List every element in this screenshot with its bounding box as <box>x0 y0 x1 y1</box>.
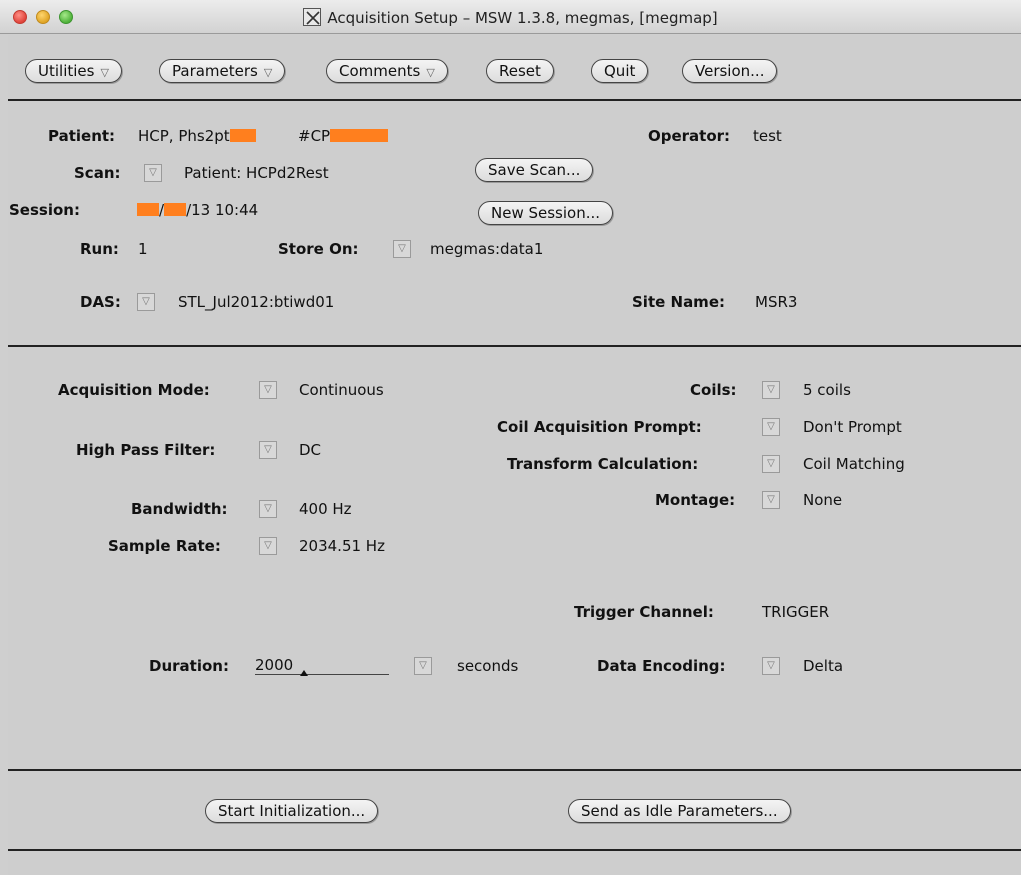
montage-label: Montage: <box>655 491 736 509</box>
save-scan-button[interactable]: Save Scan... <box>475 158 594 182</box>
coils-label: Coils: <box>690 381 737 399</box>
acquisition-mode-value: Continuous <box>299 381 384 399</box>
divider <box>8 99 1021 101</box>
montage-dropdown[interactable]: ▽ <box>762 491 780 509</box>
montage-value: None <box>803 491 843 509</box>
chevron-down-icon: ▽ <box>426 66 435 79</box>
site-name-value: MSR3 <box>755 293 798 311</box>
title-bar: Acquisition Setup – MSW 1.3.8, megmas, [… <box>0 0 1021 34</box>
version-label: Version... <box>695 62 765 80</box>
patient-id: #CP <box>298 127 389 145</box>
parameters-menu-button[interactable]: Parameters ▽ <box>159 59 286 83</box>
high-pass-filter-value: DC <box>299 441 322 459</box>
transform-calculation-label: Transform Calculation: <box>507 455 699 473</box>
start-initialization-button[interactable]: Start Initialization... <box>205 799 379 823</box>
coils-value: 5 coils <box>803 381 851 399</box>
quit-label: Quit <box>604 62 636 80</box>
acquisition-mode-dropdown[interactable]: ▽ <box>259 381 277 399</box>
sample-rate-label: Sample Rate: <box>108 537 221 555</box>
transform-calculation-value: Coil Matching <box>803 455 905 473</box>
sample-rate-value: 2034.51 Hz <box>299 537 385 555</box>
redaction-block <box>164 203 187 216</box>
das-dropdown[interactable]: ▽ <box>137 293 155 311</box>
new-session-button[interactable]: New Session... <box>478 201 614 225</box>
text-caret-icon <box>300 670 308 676</box>
reset-label: Reset <box>499 62 541 80</box>
redaction-block <box>229 129 256 142</box>
scan-label: Scan: <box>74 164 121 182</box>
data-encoding-label: Data Encoding: <box>597 657 726 675</box>
main-window: Utilities ▽ Parameters ▽ Comments ▽ Reset Q… <box>8 35 1021 875</box>
acquisition-mode-label: Acquisition Mode: <box>58 381 210 399</box>
session-value: //13 10:44 <box>137 201 258 219</box>
coils-dropdown[interactable]: ▽ <box>762 381 780 399</box>
bandwidth-dropdown[interactable]: ▽ <box>259 500 277 518</box>
data-encoding-value: Delta <box>803 657 844 675</box>
run-value: 1 <box>138 240 148 258</box>
chevron-down-icon: ▽ <box>100 66 109 79</box>
store-on-label: Store On: <box>278 240 359 258</box>
scan-dropdown[interactable]: ▽ <box>144 164 162 182</box>
transform-calculation-dropdown[interactable]: ▽ <box>762 455 780 473</box>
coil-acquisition-prompt-dropdown[interactable]: ▽ <box>762 418 780 436</box>
store-on-value: megmas:data1 <box>430 240 544 258</box>
window-title: Acquisition Setup – MSW 1.3.8, megmas, [… <box>327 9 718 27</box>
run-label: Run: <box>80 240 119 258</box>
redaction-block <box>137 203 159 216</box>
bandwidth-value: 400 Hz <box>299 500 352 518</box>
utilities-menu-button[interactable]: Utilities ▽ <box>25 59 122 83</box>
x11-app-icon <box>303 8 322 26</box>
reset-button[interactable]: Reset <box>486 59 554 83</box>
high-pass-filter-dropdown[interactable]: ▽ <box>259 441 277 459</box>
operator-label: Operator: <box>648 127 731 145</box>
duration-label: Duration: <box>149 657 229 675</box>
store-on-dropdown[interactable]: ▽ <box>393 240 411 258</box>
trigger-channel-label: Trigger Channel: <box>574 603 714 621</box>
duration-unit-value: seconds <box>457 657 519 675</box>
session-label: Session: <box>9 201 80 219</box>
high-pass-filter-label: High Pass Filter: <box>76 441 216 459</box>
utilities-label: Utilities <box>38 62 95 80</box>
coil-acquisition-prompt-label: Coil Acquisition Prompt: <box>497 418 702 436</box>
data-encoding-dropdown[interactable]: ▽ <box>762 657 780 675</box>
site-name-label: Site Name: <box>632 293 725 311</box>
chevron-down-icon: ▽ <box>263 66 273 79</box>
patient-value: HCP, Phs2pt <box>138 127 256 145</box>
duration-input[interactable] <box>255 655 389 675</box>
patient-label: Patient: <box>48 127 116 145</box>
redaction-block <box>330 129 389 142</box>
trigger-channel-value: TRIGGER <box>762 603 830 621</box>
divider <box>8 849 1021 851</box>
duration-unit-dropdown[interactable]: ▽ <box>414 657 432 675</box>
sample-rate-dropdown[interactable]: ▽ <box>259 537 277 555</box>
version-button[interactable]: Version... <box>682 59 778 83</box>
quit-button[interactable]: Quit <box>591 59 649 83</box>
parameters-label: Parameters <box>172 62 258 80</box>
divider <box>8 345 1021 347</box>
send-idle-parameters-button[interactable]: Send as Idle Parameters... <box>568 799 791 823</box>
operator-value: test <box>753 127 782 145</box>
comments-menu-button[interactable]: Comments ▽ <box>326 59 448 83</box>
scan-value: Patient: HCPd2Rest <box>184 164 329 182</box>
das-value: STL_Jul2012:btiwd01 <box>178 293 335 311</box>
divider <box>8 769 1021 771</box>
coil-acquisition-prompt-value: Don't Prompt <box>803 418 902 436</box>
comments-label: Comments <box>339 62 421 80</box>
bandwidth-label: Bandwidth: <box>131 500 228 518</box>
das-label: DAS: <box>80 293 121 311</box>
